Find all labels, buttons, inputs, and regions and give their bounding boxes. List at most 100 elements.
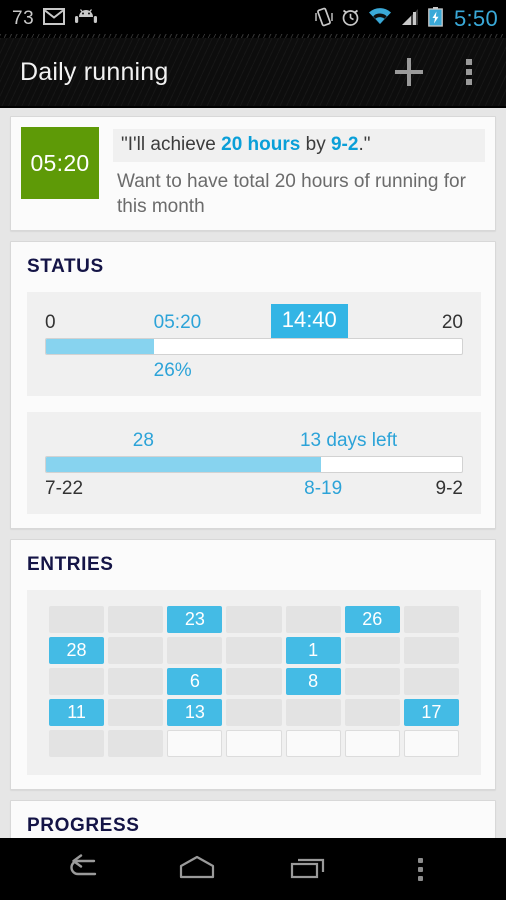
entry-cell[interactable] (403, 605, 459, 633)
entry-cell[interactable]: 8 (285, 667, 341, 695)
quote-amount: 20 hours (221, 134, 301, 155)
entry-cell[interactable] (226, 667, 282, 695)
entry-cell[interactable]: 11 (49, 698, 105, 726)
amount-max-label: 20 (441, 311, 463, 333)
amount-bar-row: 0 05:20 14:40 20 26% (45, 303, 463, 384)
quote-suffix: ." (358, 134, 371, 155)
entry-cell[interactable] (344, 698, 400, 726)
today-date-label: 8-19 (304, 477, 343, 499)
amount-current-label: 05:20 (153, 311, 202, 333)
entry-cell[interactable] (226, 729, 282, 757)
amount-remaining-badge: 14:40 (270, 303, 348, 338)
entry-cell[interactable] (226, 636, 282, 664)
action-bar-actions (392, 50, 492, 94)
status-section: STATUS 0 05:20 14:40 20 26% 28 13 days l… (11, 242, 495, 528)
entry-cell[interactable] (167, 636, 223, 664)
entry-cell[interactable] (285, 605, 341, 633)
page-title: Daily running (20, 57, 169, 86)
entry-cell[interactable] (403, 729, 459, 757)
entry-cell[interactable]: 6 (167, 667, 223, 695)
days-left-label: 13 days left (299, 429, 398, 451)
entry-cell[interactable] (108, 729, 164, 757)
vibrate-icon (315, 7, 333, 32)
progress-section-title: PROGRESS (27, 814, 140, 836)
time-bar-labels: 28 13 days left (45, 426, 463, 452)
entry-cell[interactable] (403, 667, 459, 695)
entry-cell[interactable]: 28 (49, 636, 105, 664)
entry-cell[interactable] (403, 636, 459, 664)
add-entry-button[interactable] (392, 50, 426, 94)
entries-section-title: ENTRIES (27, 553, 114, 575)
battery-charging-icon (428, 6, 443, 32)
wifi-icon (368, 7, 392, 31)
alarm-icon (341, 7, 360, 32)
nav-back-button[interactable] (59, 846, 113, 892)
status-section-title: STATUS (27, 255, 104, 277)
goal-description: Want to have total 20 hours of running f… (117, 171, 466, 218)
entry-cell[interactable]: 13 (167, 698, 223, 726)
notification-count: 73 (12, 8, 35, 29)
signal-icon (400, 8, 420, 31)
entry-cell[interactable] (285, 729, 341, 757)
entry-cell[interactable] (285, 698, 341, 726)
overflow-menu-button[interactable] (452, 50, 486, 94)
entry-cell[interactable]: 1 (285, 636, 341, 664)
entry-cell[interactable] (226, 605, 282, 633)
time-bar-footer: 7-22 8-19 9-2 (45, 476, 463, 502)
scroll-content[interactable]: 05:20 "I'll achieve 20 hours by 9-2." Wa… (0, 108, 506, 838)
status-card: STATUS 0 05:20 14:40 20 26% 28 13 days l… (10, 240, 496, 529)
clock: 5:50 (453, 6, 498, 31)
goal-summary-card[interactable]: 05:20 "I'll achieve 20 hours by 9-2." Wa… (10, 116, 496, 231)
nav-recents-button[interactable] (282, 846, 336, 892)
entry-cell[interactable] (49, 667, 105, 695)
time-bar-row: 28 13 days left 7-22 8-19 9-2 (45, 426, 463, 502)
entries-card: ENTRIES 23 26 28 1 6 8 11 13 17 (10, 538, 496, 790)
time-progress-panel[interactable]: 28 13 days left 7-22 8-19 9-2 (27, 411, 481, 514)
nav-home-button[interactable] (170, 846, 224, 892)
status-bar-notifications: 73 (12, 8, 98, 30)
status-bar-system-icons: 5:50 (315, 6, 498, 32)
end-date-label: 9-2 (435, 477, 463, 499)
entry-cell[interactable]: 23 (167, 605, 223, 633)
system-status-bar: 73 5:50 (0, 0, 506, 38)
quote-middle: by (300, 134, 331, 155)
entries-grid[interactable]: 23 26 28 1 6 8 11 13 17 (49, 605, 459, 757)
entry-cell[interactable] (49, 605, 105, 633)
elapsed-time-badge: 05:20 (21, 127, 99, 199)
entry-cell[interactable] (344, 667, 400, 695)
entry-cell[interactable] (108, 636, 164, 664)
back-arrow-icon (65, 853, 107, 885)
goal-quote: "I'll achieve 20 hours by 9-2." (113, 129, 485, 162)
entry-cell[interactable] (108, 698, 164, 726)
entry-cell[interactable] (108, 605, 164, 633)
quote-date: 9-2 (330, 134, 359, 155)
app-action-bar: Daily running (0, 38, 506, 108)
plus-icon (395, 58, 423, 86)
amount-min-label: 0 (45, 311, 56, 333)
time-progress-track[interactable] (45, 455, 463, 473)
goal-text-block: "I'll achieve 20 hours by 9-2." Want to … (113, 127, 485, 220)
entry-cell[interactable] (226, 698, 282, 726)
entry-cell[interactable] (167, 729, 223, 757)
gmail-icon (43, 8, 66, 30)
entries-grid-wrap: 23 26 28 1 6 8 11 13 17 (27, 589, 481, 775)
amount-progress-fill (46, 338, 155, 354)
amount-progress-panel[interactable]: 0 05:20 14:40 20 26% (27, 291, 481, 396)
recent-apps-icon (287, 854, 331, 885)
home-icon (175, 854, 219, 885)
entry-cell[interactable] (108, 667, 164, 695)
system-navigation-bar (0, 838, 506, 900)
start-date-label: 7-22 (45, 477, 84, 499)
progress-card: PROGRESS (10, 799, 496, 838)
entry-cell[interactable] (344, 636, 400, 664)
entry-cell[interactable]: 26 (344, 605, 400, 633)
menu-dots-icon (417, 857, 423, 881)
amount-bar-labels: 0 05:20 14:40 20 (45, 303, 463, 338)
amount-progress-track[interactable] (45, 337, 463, 355)
entries-section: ENTRIES 23 26 28 1 6 8 11 13 17 (11, 540, 495, 789)
entry-cell[interactable]: 17 (403, 698, 459, 726)
nav-menu-button[interactable] (393, 846, 447, 892)
entry-cell[interactable] (49, 729, 105, 757)
entry-cell[interactable] (344, 729, 400, 757)
time-progress-fill (46, 456, 321, 472)
